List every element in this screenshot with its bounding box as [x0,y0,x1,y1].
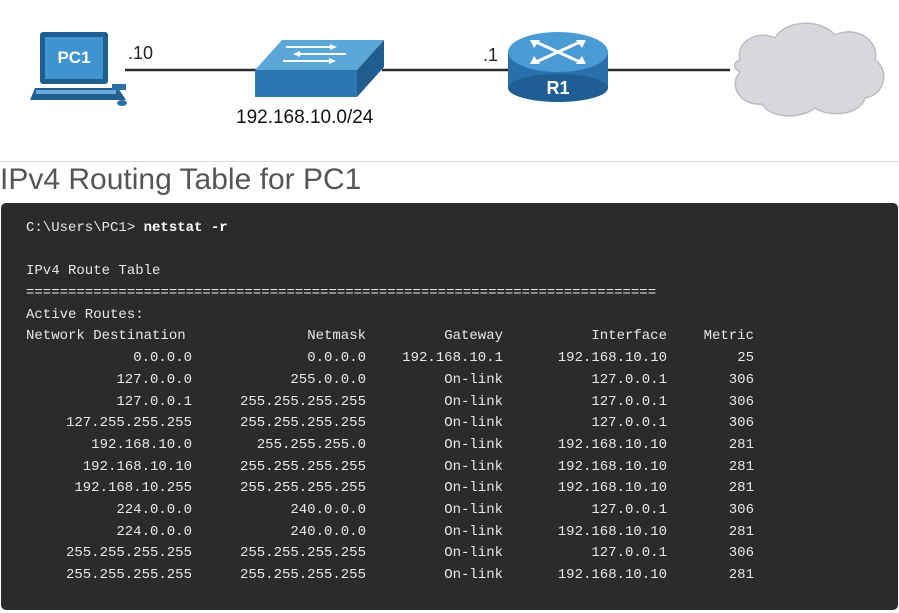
route-row: 255.255.255.255 255.255.255.255 On-link 127… [26,543,898,565]
cell-metric: 281 [728,567,754,583]
cell-netmask: 255.255.255.255 [239,415,366,432]
route-row: 127.255.255.255 255.255.255.255 On-link 127… [26,413,898,435]
cell-metric: 306 [728,545,754,562]
cell-netmask: 240.0.0.0 [290,523,366,540]
separator-line: ========================================… [26,285,657,302]
cell-destination: 127.0.0.0 [116,371,192,388]
cell-gateway: On-link [444,371,503,388]
cell-netmask: 0.0.0.0 [307,350,366,367]
cell-netmask: 240.0.0.0 [290,501,366,518]
prompt: C:\Users\PC1> [26,220,144,236]
cell-netmask: 255.255.255.255 [239,567,366,583]
pc1-ip-label: .10 [128,43,154,63]
section-title: IPv4 Routing Table for PC1 [0,163,362,196]
route-row: 255.255.255.255 255.255.255.255 On-link 192… [26,565,898,587]
table-title: IPv4 Route Table [26,263,161,280]
cell-gateway: On-link [444,501,503,518]
cell-metric: 25 [737,350,754,367]
active-routes-label: Active Routes: [26,306,144,323]
topology-drawing: PC1 R1 [30,22,885,117]
cell-interface: 192.168.10.10 [557,458,667,475]
cell-interface: 127.0.0.1 [591,501,667,518]
cell-gateway: On-link [444,458,503,475]
route-row: 127.0.0.1 255.255.255.255 On-link 127.0.0.1… [26,392,898,414]
cell-metric: 281 [728,523,754,540]
cell-gateway: On-link [444,436,503,453]
cell-interface: 127.0.0.1 [591,545,667,562]
cell-metric: 281 [728,458,754,475]
router-icon: R1 [508,32,608,102]
route-row: 224.0.0.0 240.0.0.0 On-link 192.168.10.10 28… [26,522,898,544]
cell-destination: 192.168.10.10 [82,458,192,475]
cell-gateway: On-link [444,415,503,432]
cell-interface: 192.168.10.10 [557,523,667,540]
command: netstat -r [143,220,228,236]
route-row: 127.0.0.0 255.0.0.0 On-link 127.0.0.1 306 [26,370,898,392]
cell-metric: 306 [728,393,754,410]
cell-interface: 192.168.10.10 [557,567,667,583]
switch-icon [255,40,384,97]
cell-destination: 0.0.0.0 [133,350,192,367]
header-interface: Interface [591,328,667,345]
command-line: C:\Users\PC1> netstat -r [26,218,898,240]
cell-destination: 127.255.255.255 [65,415,192,432]
cell-destination: 192.168.10.255 [74,480,192,497]
terminal-window: C:\Users\PC1> netstat -r IPv4 Route Tabl… [1,203,898,610]
cell-interface: 192.168.10.10 [557,480,667,497]
cell-netmask: 255.255.255.255 [239,458,366,475]
route-row: 0.0.0.0 0.0.0.0 192.168.10.1 192.168.10.10 2… [26,348,898,370]
cell-netmask: 255.255.255.0 [256,436,366,453]
cell-interface: 192.168.10.10 [557,350,667,367]
cell-destination: 224.0.0.0 [116,523,192,540]
cell-gateway: On-link [444,545,503,562]
cell-interface: 127.0.0.1 [591,393,667,410]
network-topology: PC1 R1 .10 .1 192.168.10.0/24 [0,0,899,160]
route-row: 192.168.10.10 255.255.255.255 On-link 192.1… [26,457,898,479]
route-row: 192.168.10.0 255.255.255.0 On-link 192.168.… [26,435,898,457]
cell-destination: 255.255.255.255 [65,567,192,583]
cell-metric: 306 [728,415,754,432]
cell-destination: 224.0.0.0 [116,501,192,518]
cell-netmask: 255.0.0.0 [290,371,366,388]
route-row: 192.168.10.255 255.255.255.255 On-link 192.… [26,478,898,500]
cell-destination: 255.255.255.255 [65,545,192,562]
cell-netmask: 255.255.255.255 [239,480,366,497]
cell-destination: 127.0.0.1 [116,393,192,410]
cell-interface: 127.0.0.1 [591,371,667,388]
cell-gateway: On-link [444,567,503,583]
router-label: R1 [546,78,569,98]
cell-metric: 306 [728,501,754,518]
cell-metric: 306 [728,371,754,388]
pc-label: PC1 [57,48,90,67]
header-network-destination: Network Destination [26,328,186,345]
cell-destination: 192.168.10.0 [91,436,192,453]
cloud-icon [734,22,885,117]
cell-metric: 281 [728,480,754,497]
table-header: Network Destination Netmask Gateway Inte… [26,326,898,348]
r1-ip-label: .1 [483,45,499,65]
header-gateway: Gateway [444,328,503,345]
cell-gateway: 192.168.10.1 [402,350,503,367]
route-rows: 0.0.0.0 0.0.0.0 192.168.10.1 192.168.10.10 2… [26,348,898,587]
cell-netmask: 255.255.255.255 [239,545,366,562]
cell-gateway: On-link [444,480,503,497]
cell-gateway: On-link [444,393,503,410]
cell-metric: 281 [728,436,754,453]
header-metric: Metric [703,328,754,345]
cell-interface: 127.0.0.1 [591,415,667,432]
route-row: 224.0.0.0 240.0.0.0 On-link 127.0.0.1 306 [26,500,898,522]
cell-interface: 192.168.10.10 [557,436,667,453]
cell-netmask: 255.255.255.255 [239,393,366,410]
header-netmask: Netmask [307,328,366,345]
pc-icon: PC1 [30,32,127,106]
cell-gateway: On-link [444,523,503,540]
network-address-label: 192.168.10.0/24 [236,107,374,128]
